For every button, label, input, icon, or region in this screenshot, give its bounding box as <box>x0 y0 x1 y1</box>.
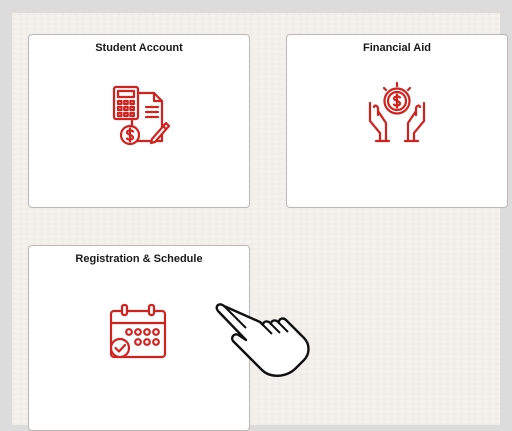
calculator-invoice-icon <box>112 85 171 146</box>
hand-pointer-icon <box>215 303 310 377</box>
hands-coin-icon <box>368 81 426 143</box>
tile-title: Financial Aid <box>362 42 432 54</box>
tile-financial-aid[interactable]: Financial Aid <box>286 34 508 208</box>
tile-student-account[interactable]: Student Account <box>28 34 250 208</box>
tile-title: Student Account <box>95 42 183 54</box>
calendar-check-icon <box>109 303 167 359</box>
tile-title: Registration & Schedule <box>75 253 203 265</box>
